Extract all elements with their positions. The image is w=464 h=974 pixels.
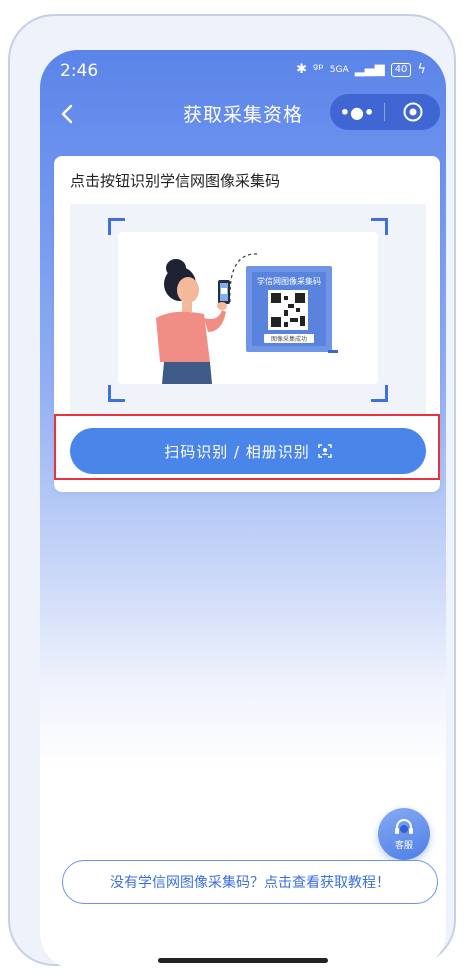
home-indicator[interactable]: [158, 958, 328, 963]
hd-icon: ᵍᵖ: [312, 62, 324, 77]
tutorial-link-label: 没有学信网图像采集码？点击查看获取教程！: [110, 875, 390, 891]
status-bar: 2:46 ✱ ᵍᵖ 5GA ▂▄▆ 40 ϟ: [40, 50, 446, 90]
battery-icon: 40: [390, 62, 412, 77]
card-title: 点击按钮识别学信网图像采集码: [70, 172, 281, 190]
close-mini-program-button[interactable]: [385, 101, 440, 123]
illustration-panel: 学信网图像采集码 图像采集成功: [118, 232, 378, 384]
signal-icon: ▂▄▆: [354, 62, 385, 77]
charging-icon: ϟ: [417, 62, 426, 77]
scan-recognize-button[interactable]: 扫码识别 / 相册识别: [70, 428, 426, 474]
scan-frame-icon: [318, 444, 332, 458]
sign-title: 学信网图像采集码: [257, 276, 321, 286]
scan-button-label: 扫码识别 / 相册识别: [164, 442, 310, 461]
nav-bar: 获取采集资格 •●•: [40, 90, 446, 140]
more-menu-button[interactable]: •●•: [330, 94, 384, 130]
service-label: 客服: [394, 840, 413, 851]
phone-frame: 2:46 ✱ ᵍᵖ 5GA ▂▄▆ 40 ϟ 获取采集资格 •●• 点击按钮识别…: [8, 14, 456, 970]
sign-caption: 图像采集成功: [271, 335, 307, 343]
status-time: 2:46: [60, 61, 99, 81]
network-type: 5GA: [329, 64, 349, 75]
corner-bracket-bottom-right: [371, 385, 388, 402]
bluetooth-icon: ✱: [296, 62, 307, 77]
target-icon: [403, 102, 422, 122]
mini-program-capsule: •●•: [330, 94, 440, 130]
illustration-area: 学信网图像采集码 图像采集成功: [70, 204, 426, 416]
corner-bracket-bottom-left: [108, 385, 125, 402]
scan-illustration: 学信网图像采集码 图像采集成功: [156, 253, 338, 384]
battery-level: 40: [394, 63, 408, 75]
customer-service-button[interactable]: 客服: [378, 808, 430, 860]
headset-icon: [395, 818, 413, 834]
tutorial-link-button[interactable]: 没有学信网图像采集码？点击查看获取教程！: [62, 860, 438, 904]
app-screen: 2:46 ✱ ᵍᵖ 5GA ▂▄▆ 40 ϟ 获取采集资格 •●• 点击按钮识别…: [40, 50, 446, 970]
status-icons: ✱ ᵍᵖ 5GA ▂▄▆ 40 ϟ: [296, 62, 426, 77]
